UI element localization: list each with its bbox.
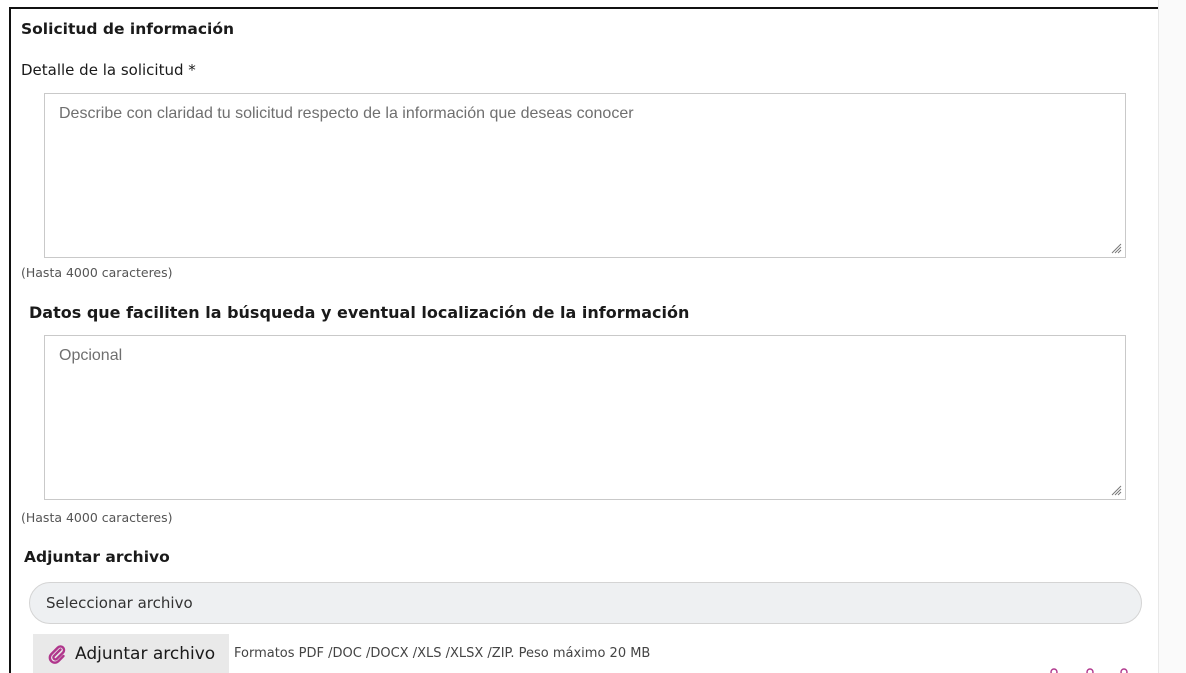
search-data-textarea[interactable]: Opcional xyxy=(44,335,1126,500)
right-scroll-gutter xyxy=(1158,0,1186,673)
detail-placeholder: Describe con claridad tu solicitud respe… xyxy=(59,105,634,122)
allowed-formats-text: Formatos PDF /DOC /DOCX /XLS /XLSX /ZIP.… xyxy=(234,646,651,661)
detail-char-limit-hint: (Hasta 4000 caracteres) xyxy=(21,265,173,280)
resize-handle-icon[interactable] xyxy=(1111,243,1122,254)
file-select-field[interactable]: Seleccionar archivo xyxy=(29,582,1142,624)
resize-handle-icon[interactable] xyxy=(1111,485,1122,496)
paperclip-icon xyxy=(47,644,67,664)
search-data-placeholder: Opcional xyxy=(59,347,123,364)
attach-file-button[interactable]: Adjuntar archivo xyxy=(33,634,229,673)
detail-textarea[interactable]: Describe con claridad tu solicitud respe… xyxy=(44,93,1126,258)
detail-label: Detalle de la solicitud * xyxy=(21,61,196,79)
search-data-label: Datos que faciliten la búsqueda y eventu… xyxy=(29,303,690,322)
attach-file-button-label: Adjuntar archivo xyxy=(75,643,216,664)
search-data-char-limit-hint: (Hasta 4000 caracteres) xyxy=(21,510,173,525)
attachment-heading: Adjuntar archivo xyxy=(24,548,170,566)
decorative-dots xyxy=(1050,668,1128,673)
section-title: Solicitud de información xyxy=(21,20,235,38)
file-select-placeholder: Seleccionar archivo xyxy=(46,594,193,612)
